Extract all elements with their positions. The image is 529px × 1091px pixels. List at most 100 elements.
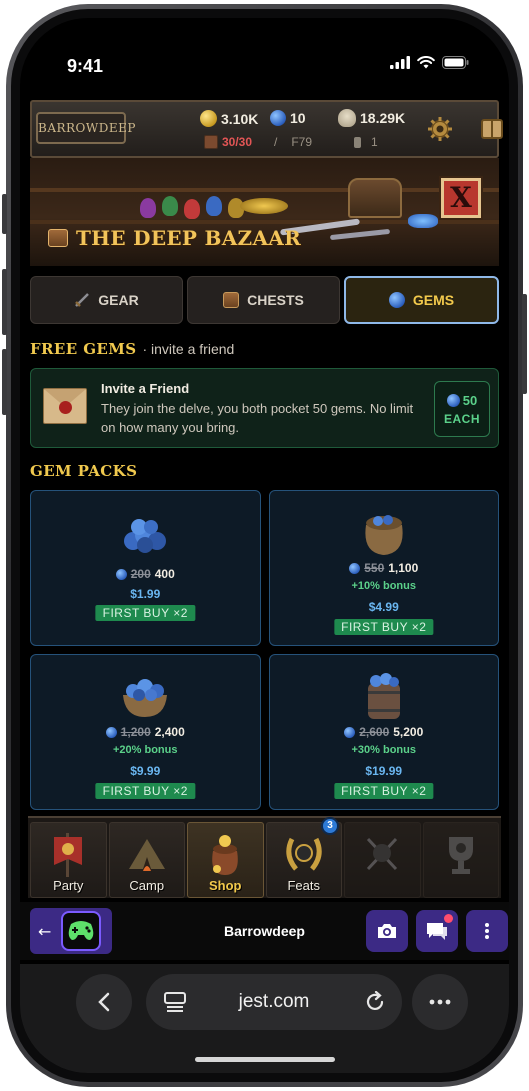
floor-indicator: / F79 [274,135,313,149]
gem-icon [270,110,286,126]
gem-bowl-icon [123,679,168,717]
crossed-swords-icon [367,837,398,871]
wifi-icon [417,56,435,69]
gem-pack[interactable]: 200 400 $1.99 FIRST BUY ×2 [30,490,261,646]
gem-icon [115,568,127,580]
phone-frame: 9:41 BARROWDEEP 3.10K 10 18.29K 30/30 / … [2,4,527,1087]
shop-tabs: GEAR CHESTS GEMS [30,276,499,324]
gem-packs-grid: 200 400 $1.99 FIRST BUY ×2 550 1,100 +10… [30,490,499,810]
nav-locked-trophy[interactable] [422,822,499,898]
gem-icon [388,292,405,308]
energy-counter: 30/30 [204,135,252,149]
home-indicator[interactable] [194,1057,335,1062]
trophy-icon [448,837,473,874]
notification-badge: 3 [321,817,339,835]
more-vertical-icon [485,923,489,939]
nav-feats[interactable]: 3 Feats [265,817,342,898]
shop-banner: X THE DEEP BAZAAR [30,158,499,266]
gem-icon [344,726,356,738]
potion-icon [184,199,200,219]
coin-pile-icon [240,198,288,214]
settings-button[interactable] [426,115,454,143]
first-buy-badge: FIRST BUY ×2 [95,783,195,799]
coin-bag-icon [212,835,239,875]
gem-icon [105,726,117,738]
nav-camp[interactable]: Camp [108,822,185,898]
close-button[interactable]: X [441,178,481,218]
gem-pack[interactable]: 550 1,100 +10% bonus $4.99 FIRST BUY ×2 [268,490,499,646]
souls-counter: 18.29K [338,109,405,127]
banner-flag-icon [54,833,83,877]
more-menu-button[interactable] [466,910,508,952]
gold-coin-icon [200,110,217,127]
chat-icon [427,923,447,940]
browser-menu-button[interactable] [412,974,468,1030]
page-title: THE DEEP BAZAAR [76,226,301,250]
reload-icon[interactable] [364,991,386,1013]
game-top-bar: BARROWDEEP 3.10K 10 18.29K 30/30 / F79 1 [30,100,503,158]
sword-icon [75,293,90,307]
pack-bonus: +10% bonus [351,580,417,592]
notification-dot [444,914,453,923]
tab-gems[interactable]: GEMS [344,276,499,324]
gem-sack-icon [365,515,403,555]
status-time: 9:41 [67,56,104,76]
gem-pack[interactable]: 2,600 5,200 +30% bonus $19.99 FIRST BUY … [268,654,499,810]
pack-bonus: +20% bonus [113,744,178,756]
skull-icon [338,109,356,127]
invite-card[interactable]: Invite a Friend They join the delve, you… [30,368,499,448]
dagger-icon [329,228,391,241]
chat-button[interactable] [416,910,458,952]
tab-chests[interactable]: CHESTS [187,276,340,324]
invite-description: They join the delve, you both pocket 50 … [101,401,414,435]
gem-pile-icon [408,214,438,228]
battery-icon [442,56,469,69]
nav-party[interactable]: Party [30,822,107,898]
potion-icon [140,198,156,218]
screenshot-button[interactable] [366,910,408,952]
screen: 9:41 BARROWDEEP 3.10K 10 18.29K 30/30 / … [20,18,509,1073]
gem-barrel-icon [367,673,400,719]
gear-icon [428,117,452,141]
gold-counter: 3.10K [200,110,258,127]
key-counter: 1 [354,135,378,149]
pack-price: $1.99 [130,587,161,601]
nav-shop[interactable]: Shop [187,822,264,898]
chevron-left-icon [98,992,110,1012]
gem-pack[interactable]: 1,200 2,400 +20% bonus $9.99 FIRST BUY ×… [30,654,261,810]
chest-icon [48,229,68,247]
potion-icon [206,196,222,216]
gem-pile-icon [124,519,167,553]
treasure-chest-icon [348,178,402,218]
first-buy-badge: FIRST BUY ×2 [334,619,434,635]
pack-price: $4.99 [368,600,399,614]
banner-title: THE DEEP BAZAAR [48,226,301,250]
tab-gear[interactable]: GEAR [30,276,183,324]
nav-locked-arena[interactable] [344,822,421,898]
envelope-icon [43,388,87,424]
pack-price: $9.99 [130,764,161,778]
chest-icon [223,292,240,308]
pack-price: $19.99 [365,764,403,778]
potion-icon [162,196,178,216]
gem-icon [349,562,361,574]
signal-icon [390,56,410,69]
gem-icon [446,393,460,407]
pack-bonus: +30% bonus [351,744,417,756]
first-buy-badge: FIRST BUY ×2 [334,783,434,799]
browser-bar: jest.com [20,964,509,1073]
energy-icon [204,135,218,149]
browser-back-button[interactable] [76,974,132,1030]
game-logo: BARROWDEEP [36,112,135,144]
gem-counter: 10 [270,110,306,126]
invite-title: Invite a Friend [101,381,190,396]
first-buy-badge: FIRST BUY ×2 [95,605,195,621]
invite-reward-button[interactable]: 50 EACH [434,381,490,437]
status-bar: 9:41 [20,18,509,98]
tent-icon [128,839,165,871]
url-bar[interactable]: jest.com [146,974,402,1030]
game-bottom-nav: Party Camp Shop 3 Feats [28,816,501,898]
camera-icon [378,924,396,938]
map-button[interactable] [478,115,506,143]
gem-packs-header: GEM PACKS [30,462,138,480]
